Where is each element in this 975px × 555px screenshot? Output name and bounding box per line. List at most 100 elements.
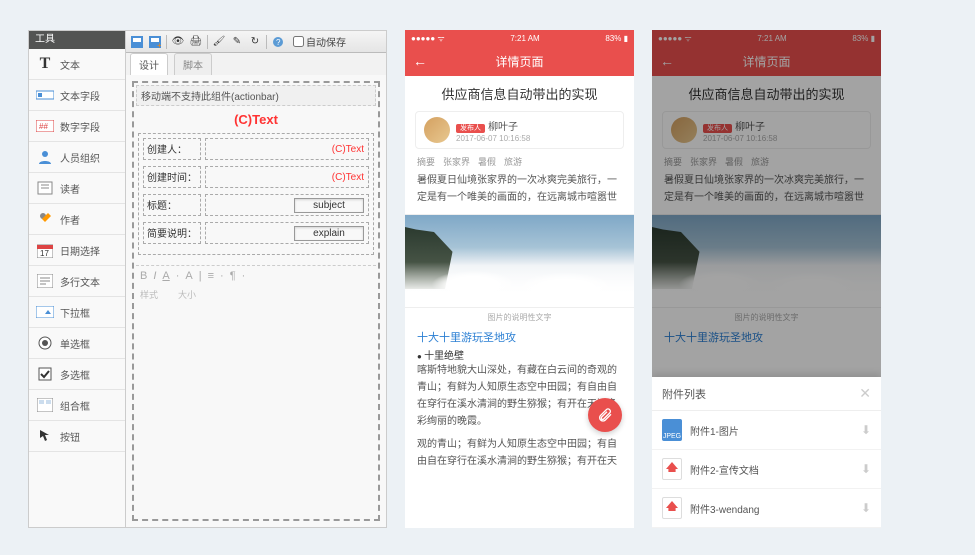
hero-image — [405, 214, 634, 308]
status-time: 7:21 AM — [757, 34, 786, 43]
palette-label: 文本 — [60, 57, 80, 72]
save-icon[interactable] — [130, 35, 144, 49]
palette-item-radio[interactable]: 单选框 — [29, 328, 125, 359]
palette-item-personnel[interactable]: 人员组织 — [29, 142, 125, 173]
field-cell[interactable]: (C)Text — [205, 138, 369, 160]
attachment-row[interactable]: JPEG 附件1-图片 ⬇ — [652, 411, 881, 450]
preview-icon[interactable]: 👁 — [171, 35, 185, 49]
jpeg-icon: JPEG — [662, 419, 682, 441]
field-value: (C)Text — [332, 144, 364, 155]
palette-item-author[interactable]: 作者 — [29, 204, 125, 235]
tag: 张家界 — [690, 155, 717, 168]
svg-text:17: 17 — [40, 249, 49, 258]
tag-row: 摘要张家界暑假旅游 — [405, 155, 634, 172]
back-icon[interactable]: ← — [660, 53, 674, 69]
palette-item-number-field[interactable]: ##数字字段 — [29, 111, 125, 142]
multiline-icon — [36, 272, 54, 290]
attachment-row[interactable]: 附件3-wendang⬇ — [652, 489, 881, 528]
rich-text-toolbar[interactable]: BIA·A|≡·¶· — [136, 265, 376, 286]
author-date: 2017-06-07 10:16:58 — [456, 134, 530, 143]
palette-label: 组合框 — [60, 398, 90, 413]
tag: 暑假 — [725, 155, 743, 168]
palette-item-date-picker[interactable]: 17日期选择 — [29, 235, 125, 266]
author-badge: 发布人 — [703, 124, 732, 133]
palette-item-text-field[interactable]: 文本字段 — [29, 80, 125, 111]
palette-item-reader[interactable]: 读者 — [29, 173, 125, 204]
palette-label: 多选框 — [60, 367, 90, 382]
checkbox-icon — [36, 365, 54, 383]
palette-item-combobox[interactable]: 组合框 — [29, 390, 125, 421]
tag: 暑假 — [478, 155, 496, 168]
paragraph-intro: 暑假夏日仙境张家界的一次冰爽完美旅行，一定是有一个唯美的画面的，在远离城市喧嚣世 — [405, 172, 634, 206]
canvas-tabs: 设计 脚本 — [126, 53, 386, 75]
form-container[interactable]: 移动端不支持此组件(actionbar) (C)Text 创建人：(C)Text… — [132, 81, 380, 521]
save-as-icon[interactable]: + — [148, 35, 162, 49]
attachment-row[interactable]: 附件2-宣传文档⬇ — [652, 450, 881, 489]
help-icon[interactable]: ? — [271, 35, 285, 49]
dropdown-icon — [36, 303, 54, 321]
tab-script[interactable]: 脚本 — [174, 53, 212, 75]
mobile-unsupported-warning: 移动端不支持此组件(actionbar) — [136, 85, 376, 106]
brush-icon[interactable]: 🖌 — [212, 35, 226, 49]
text-icon: T — [36, 55, 54, 73]
author-badge: 发布人 — [456, 124, 485, 133]
palette-item-checkbox[interactable]: 多选框 — [29, 359, 125, 390]
article-title: 供应商信息自动带出的实现 — [652, 76, 881, 109]
print-icon[interactable]: 🖨 — [189, 35, 203, 49]
download-icon[interactable]: ⬇ — [861, 462, 871, 476]
nav-title: 详情页面 — [742, 53, 790, 70]
download-icon[interactable]: ⬇ — [861, 423, 871, 437]
image-caption: 图片的说明性文字 — [652, 310, 881, 325]
close-icon[interactable]: ✕ — [859, 385, 871, 402]
edit-icon[interactable]: ✎ — [230, 35, 244, 49]
section-subtitle: 十大十里游玩圣地攻 — [405, 325, 634, 345]
field-label: 标题： — [143, 194, 201, 216]
status-bar: ●●●●● ᯤ 7:21 AM 83% ▮ — [652, 30, 881, 46]
field-input[interactable]: explain — [294, 226, 364, 241]
form-row[interactable]: 简要说明：explain — [141, 222, 371, 244]
text-field-icon — [36, 86, 54, 104]
back-icon[interactable]: ← — [413, 53, 427, 69]
palette-item-dropdown[interactable]: 下拉框 — [29, 297, 125, 328]
stage[interactable]: 移动端不支持此组件(actionbar) (C)Text 创建人：(C)Text… — [126, 75, 386, 527]
autosave-checkbox[interactable] — [293, 36, 304, 47]
palette-item-text[interactable]: T 文本 — [29, 49, 125, 80]
palette-label: 下拉框 — [60, 305, 90, 320]
download-icon[interactable]: ⬇ — [861, 501, 871, 515]
date-picker-icon: 17 — [36, 241, 54, 259]
button-icon — [36, 427, 54, 445]
paragraph-3: 观的青山；有鲜为人知原生态空中田园；有自由自在穿行在溪水清涧的野生猕猴；有开在天 — [405, 436, 634, 470]
refresh-icon[interactable]: ↻ — [248, 35, 262, 49]
field-input[interactable]: subject — [294, 198, 364, 213]
autosave-toggle[interactable]: 自动保存 — [293, 34, 346, 49]
mobile-preview-attachments: ●●●●● ᯤ 7:21 AM 83% ▮ ← 详情页面 供应商信息自动带出的实… — [652, 30, 881, 528]
nav-title: 详情页面 — [495, 53, 543, 70]
field-cell[interactable]: subject — [205, 194, 369, 216]
attachment-fab[interactable] — [588, 398, 622, 432]
tag: 摘要 — [664, 155, 682, 168]
form-row[interactable]: 标题： subject — [141, 194, 371, 216]
palette-label: 数字字段 — [60, 119, 100, 134]
attachment-name: 附件1-图片 — [690, 423, 853, 438]
article-body[interactable]: 供应商信息自动带出的实现 发布人 柳叶子 2017-06-07 10:16:58… — [405, 76, 634, 528]
bullet-item: 十里绝壁 — [405, 345, 634, 362]
palette-label: 按钮 — [60, 429, 80, 444]
rich-text-meta: 样式大小 — [136, 286, 376, 303]
field-cell[interactable]: explain — [205, 222, 369, 244]
palette-item-multiline[interactable]: 多行文本 — [29, 266, 125, 297]
tab-design[interactable]: 设计 — [130, 53, 168, 75]
field-value: (C)Text — [332, 172, 364, 183]
tag: 旅游 — [504, 155, 522, 168]
svg-text:+: + — [157, 41, 161, 48]
section-subtitle: 十大十里游玩圣地攻 — [652, 325, 881, 345]
form-row[interactable]: 创建时间：(C)Text — [141, 166, 371, 188]
tag: 摘要 — [417, 155, 435, 168]
form-row[interactable]: 创建人：(C)Text — [141, 138, 371, 160]
palette-label: 作者 — [60, 212, 80, 227]
tag: 张家界 — [443, 155, 470, 168]
sheet-title: 附件列表 — [662, 386, 706, 402]
paragraph-intro: 暑假夏日仙境张家界的一次冰爽完美旅行，一定是有一个唯美的画面的，在远离城市喧嚣世 — [652, 172, 881, 206]
palette-item-button[interactable]: 按钮 — [29, 421, 125, 452]
field-cell[interactable]: (C)Text — [205, 166, 369, 188]
palette-label: 多行文本 — [60, 274, 100, 289]
